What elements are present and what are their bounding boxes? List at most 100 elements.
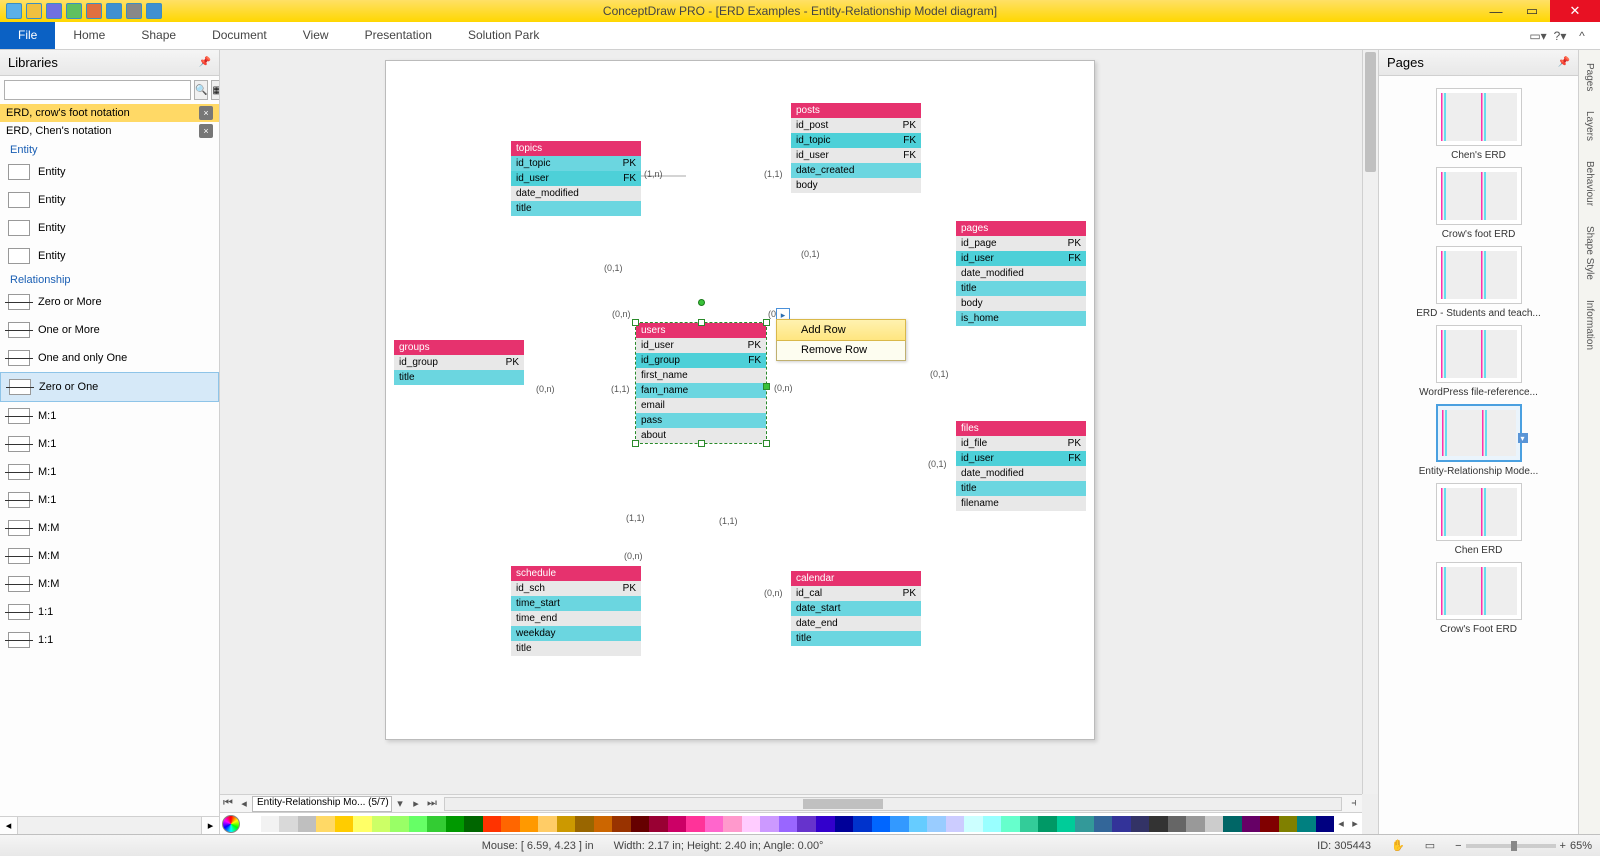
entity-row[interactable]: weekday <box>511 626 641 641</box>
collapse-ribbon-icon[interactable]: ^ <box>1574 28 1590 44</box>
pin-icon[interactable]: 📌 <box>1558 57 1570 68</box>
swatch-right-icon[interactable]: ▸ <box>1348 817 1362 830</box>
library-item-relationship[interactable]: One or More <box>0 316 219 344</box>
ribbon-tab-view[interactable]: View <box>285 22 347 49</box>
ribbon-tab-solution-park[interactable]: Solution Park <box>450 22 557 49</box>
entity-row[interactable]: id_topicPK <box>511 156 641 171</box>
color-swatch[interactable] <box>760 816 779 832</box>
color-swatch[interactable] <box>668 816 687 832</box>
entity-row[interactable]: id_pagePK <box>956 236 1086 251</box>
resize-handle-icon[interactable] <box>763 440 770 447</box>
color-swatch[interactable] <box>1094 816 1113 832</box>
entity-row[interactable]: body <box>956 296 1086 311</box>
library-item-relationship[interactable]: Zero or One <box>0 372 219 402</box>
color-swatch[interactable] <box>427 816 446 832</box>
color-swatch[interactable] <box>1297 816 1316 832</box>
color-swatch[interactable] <box>1168 816 1187 832</box>
entity-row[interactable]: date_modified <box>511 186 641 201</box>
close-button[interactable]: ✕ <box>1550 0 1600 22</box>
color-swatch[interactable] <box>1205 816 1224 832</box>
entity-files[interactable]: files id_filePKid_userFKdate_modifiedtit… <box>956 421 1086 511</box>
library-item-entity[interactable]: Entity <box>0 186 219 214</box>
library-chip[interactable]: ERD, Chen's notation× <box>0 122 219 140</box>
color-swatch[interactable] <box>1242 816 1261 832</box>
qat-new-icon[interactable] <box>6 3 22 19</box>
color-swatch[interactable] <box>316 816 335 832</box>
color-swatch[interactable] <box>520 816 539 832</box>
pin-icon[interactable]: 📌 <box>199 57 211 68</box>
page-dropdown-icon[interactable]: ▾ <box>392 797 408 810</box>
entity-row[interactable]: id_topicFK <box>791 133 921 148</box>
entity-row[interactable]: id_calPK <box>791 586 921 601</box>
color-swatch[interactable] <box>557 816 576 832</box>
color-swatch[interactable] <box>946 816 965 832</box>
side-tab-pages[interactable]: Pages <box>1581 54 1598 100</box>
entity-row[interactable]: body <box>791 178 921 193</box>
libraries-hscroll[interactable]: ◂ ▸ <box>0 816 219 834</box>
zoom-out-icon[interactable]: − <box>1455 840 1461 852</box>
search-icon[interactable]: 🔍 <box>194 80 208 100</box>
entity-row[interactable]: id_schPK <box>511 581 641 596</box>
color-swatch[interactable] <box>723 816 742 832</box>
qat-save-icon[interactable] <box>46 3 62 19</box>
color-swatch[interactable] <box>279 816 298 832</box>
color-swatch[interactable] <box>872 816 891 832</box>
close-chip-icon[interactable]: × <box>199 124 213 138</box>
help-icon[interactable]: ?▾ <box>1552 28 1568 44</box>
color-swatch[interactable] <box>686 816 705 832</box>
library-item-relationship[interactable]: 1:1 <box>0 598 219 626</box>
entity-row[interactable]: fam_name <box>636 383 766 398</box>
page-tab-name[interactable]: Entity-Relationship Mo... (5/7) <box>252 796 392 812</box>
canvas-page[interactable]: topics id_topicPKid_userFKdate_modifiedt… <box>385 60 1095 740</box>
color-swatch[interactable] <box>742 816 761 832</box>
entity-row[interactable]: title <box>956 281 1086 296</box>
connection-handle-icon[interactable] <box>763 383 770 390</box>
resize-handle-icon[interactable] <box>632 440 639 447</box>
resize-handle-icon[interactable] <box>763 319 770 326</box>
page-dropdown-icon[interactable]: ▾ <box>1518 433 1528 443</box>
entity-row[interactable]: title <box>511 201 641 216</box>
ribbon-tab-document[interactable]: Document <box>194 22 285 49</box>
fit-page-icon[interactable]: ▭ <box>1425 839 1435 852</box>
library-item-relationship[interactable]: M:M <box>0 542 219 570</box>
library-chip[interactable]: ERD, crow's foot notation× <box>0 104 219 122</box>
color-swatch[interactable] <box>1149 816 1168 832</box>
color-swatch[interactable] <box>372 816 391 832</box>
page-thumbnail[interactable] <box>1436 246 1522 304</box>
entity-row[interactable]: id_userFK <box>791 148 921 163</box>
color-swatch[interactable] <box>575 816 594 832</box>
color-swatch[interactable] <box>797 816 816 832</box>
library-item-relationship[interactable]: M:M <box>0 514 219 542</box>
color-swatch[interactable] <box>1020 816 1039 832</box>
entity-row[interactable]: date_created <box>791 163 921 178</box>
color-swatch[interactable] <box>353 816 372 832</box>
qat-redo-icon[interactable] <box>106 3 122 19</box>
entity-row[interactable]: is_home <box>956 311 1086 326</box>
close-chip-icon[interactable]: × <box>199 106 213 120</box>
ribbon-tab-home[interactable]: Home <box>55 22 123 49</box>
qat-undo-icon[interactable] <box>86 3 102 19</box>
maximize-button[interactable]: ▭ <box>1514 0 1550 22</box>
color-swatch[interactable] <box>261 816 280 832</box>
zoom-value[interactable]: 65% <box>1570 840 1592 852</box>
color-swatch[interactable] <box>649 816 668 832</box>
color-swatch[interactable] <box>1131 816 1150 832</box>
page-thumbnail[interactable] <box>1436 88 1522 146</box>
color-swatch[interactable] <box>1075 816 1094 832</box>
page-thumbnail[interactable] <box>1436 325 1522 383</box>
library-item-relationship[interactable]: M:1 <box>0 430 219 458</box>
page-thumbnail[interactable] <box>1436 483 1522 541</box>
color-swatch[interactable] <box>1057 816 1076 832</box>
entity-pages[interactable]: pages id_pagePKid_userFKdate_modifiedtit… <box>956 221 1086 326</box>
side-tab-layers[interactable]: Layers <box>1581 102 1598 150</box>
color-swatch[interactable] <box>1112 816 1131 832</box>
entity-row[interactable]: date_modified <box>956 466 1086 481</box>
color-swatch[interactable] <box>816 816 835 832</box>
side-tab-shape-style[interactable]: Shape Style <box>1581 217 1598 289</box>
entity-row[interactable]: id_userFK <box>956 451 1086 466</box>
canvas[interactable]: topics id_topicPKid_userFKdate_modifiedt… <box>220 50 1378 834</box>
zoom-slider[interactable] <box>1466 844 1556 848</box>
entity-row[interactable]: pass <box>636 413 766 428</box>
page-prev-icon[interactable]: ◂ <box>236 797 252 810</box>
color-swatch[interactable] <box>705 816 724 832</box>
